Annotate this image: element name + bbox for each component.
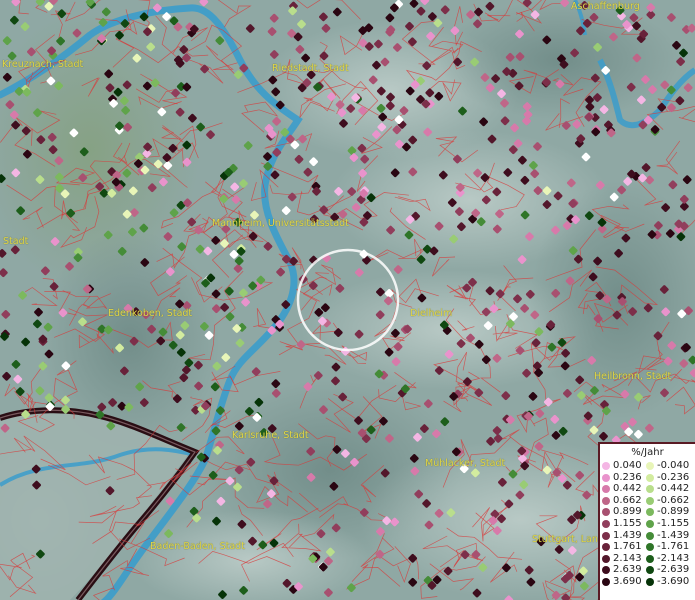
legend-swatch-negative — [646, 485, 654, 494]
legend-swatch-negative — [646, 508, 654, 517]
legend-row: 0.899 -0.899 — [600, 506, 695, 518]
legend-row: 0.442 -0.442 — [600, 483, 695, 495]
city-label-kreuznach: Kreuznach, Stadt — [2, 59, 84, 70]
legend-value-negative: -1.155 — [657, 517, 690, 529]
legend-value-positive: 1.439 — [613, 529, 642, 541]
legend-value-negative: -2.143 — [657, 552, 690, 564]
legend-swatch-negative — [646, 577, 654, 586]
legend-swatch-positive — [602, 462, 610, 470]
legend-swatch-negative — [646, 554, 654, 563]
legend-value-negative: -0.662 — [657, 494, 690, 506]
legend-row: 2.143 -2.143 — [600, 553, 695, 565]
legend-value-negative: -2.639 — [657, 564, 690, 576]
legend-value-positive: 1.761 — [613, 541, 642, 553]
legend-value-positive: 0.236 — [613, 471, 642, 483]
city-label-dielheim: Dielheim — [410, 308, 453, 319]
legend-row: 0.662 -0.662 — [600, 495, 695, 507]
legend-swatch-positive — [602, 496, 610, 505]
legend-row: 0.236 -0.236 — [600, 472, 695, 484]
city-label-riedstadt: Riedstadt, Stadt — [272, 63, 349, 74]
city-label-baden-baden: Baden-Baden, Stadt — [150, 541, 245, 552]
legend-swatch-positive — [602, 508, 610, 517]
city-label-karlsruhe: Karlsruhe, Stadt — [232, 430, 309, 441]
legend-swatch-positive — [602, 485, 610, 494]
legend-swatch-positive — [602, 531, 610, 540]
legend-swatch-positive — [602, 577, 610, 586]
legend-row: 0.040 -0.040 — [600, 460, 695, 472]
city-label-stuttgart: Stuttgart, Land — [532, 534, 604, 545]
legend-row: 1.155 -1.155 — [600, 518, 695, 530]
legend-value-negative: -0.236 — [657, 471, 690, 483]
legend-value-positive: 2.143 — [613, 552, 642, 564]
legend-swatch-negative — [646, 473, 654, 482]
map-view[interactable]: Aschaffenburg Kreuznach, Stadt Riedstadt… — [0, 0, 695, 600]
city-label-muehlacker: Mühlacker, Stadt — [425, 458, 506, 469]
legend-swatch-negative — [646, 566, 654, 575]
city-label-mannheim: Mannheim, Universitätsstadt — [212, 218, 349, 229]
legend-value-positive: 0.662 — [613, 494, 642, 506]
legend-value-positive: 3.690 — [613, 575, 642, 587]
legend-value-positive: 0.040 — [613, 460, 642, 471]
legend-swatch-positive — [602, 554, 610, 563]
highlight-circle — [296, 248, 400, 352]
legend-row: 3.690 -3.690 — [600, 576, 695, 588]
legend-swatch-positive — [602, 566, 610, 575]
legend-swatch-positive — [602, 543, 610, 552]
city-label-stadt-west: Stadt — [3, 236, 29, 247]
legend-value-negative: -0.442 — [657, 483, 690, 495]
legend-swatch-negative — [646, 496, 654, 505]
legend-value-positive: 2.639 — [613, 564, 642, 576]
legend-rows: 0.040 -0.040 0.236 -0.236 0.442 -0.442 0.662 -0… — [600, 460, 695, 588]
legend-value-negative: -0.899 — [657, 506, 690, 518]
city-label-heilbronn: Heilbronn, Stadt — [594, 371, 672, 382]
legend-swatch-negative — [646, 531, 654, 540]
city-label-edenkoben: Edenkoben, Stadt — [108, 308, 193, 319]
legend-swatch-positive — [602, 473, 610, 482]
city-label-aschaffenburg: Aschaffenburg — [571, 1, 640, 12]
legend-swatch-negative — [646, 462, 654, 470]
legend-swatch-negative — [646, 519, 654, 528]
legend-value-positive: 1.155 — [613, 517, 642, 529]
color-legend: %/Jahr 0.040 -0.040 0.236 -0.236 0.442 -0.442… — [598, 442, 695, 600]
legend-value-positive: 0.442 — [613, 483, 642, 495]
legend-swatch-negative — [646, 543, 654, 552]
legend-row: 1.761 -1.761 — [600, 541, 695, 553]
legend-row: 1.439 -1.439 — [600, 530, 695, 542]
legend-value-positive: 0.899 — [613, 506, 642, 518]
legend-title: %/Jahr — [631, 447, 664, 458]
legend-value-negative: -0.040 — [657, 460, 690, 471]
legend-swatch-positive — [602, 519, 610, 528]
legend-value-negative: -3.690 — [657, 575, 690, 587]
legend-row: 2.639 -2.639 — [600, 564, 695, 576]
legend-value-negative: -1.761 — [657, 541, 690, 553]
legend-value-negative: -1.439 — [657, 529, 690, 541]
